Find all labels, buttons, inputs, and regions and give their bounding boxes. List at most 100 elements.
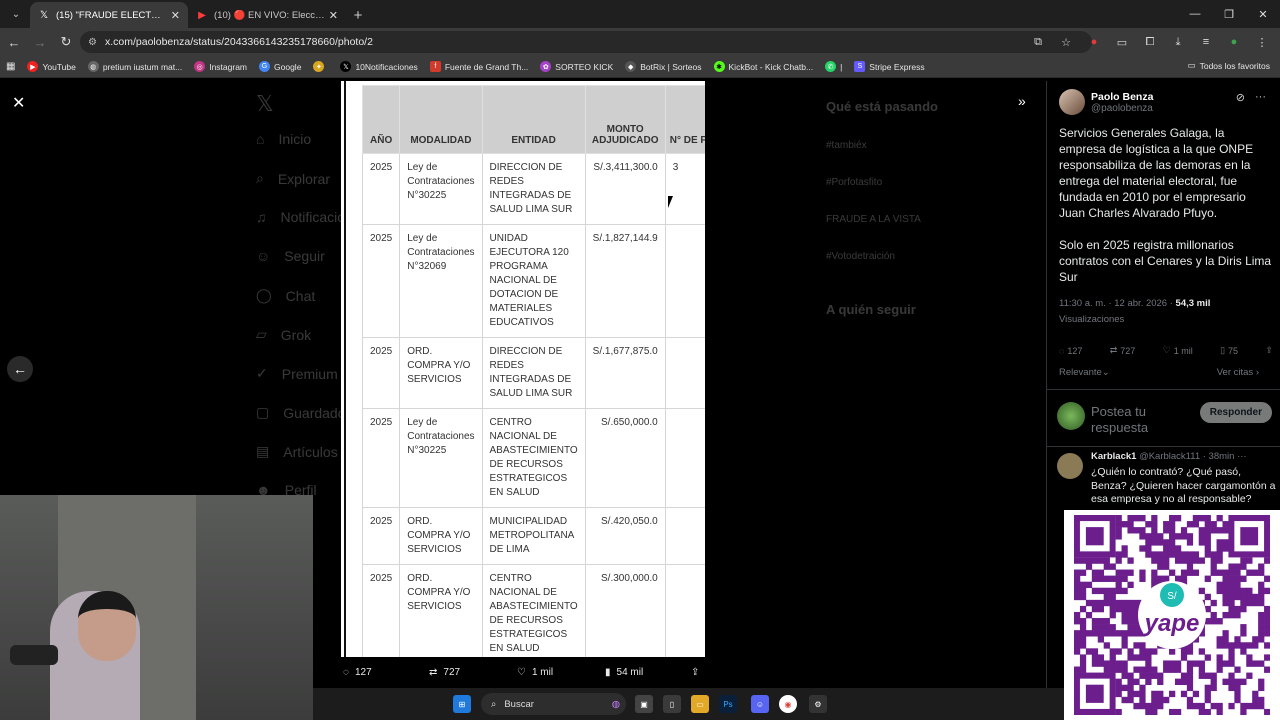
view-quotes-link[interactable]: Ver citas ›	[1217, 367, 1259, 378]
site-info-icon[interactable]: ⚙	[88, 37, 97, 48]
tab-fraude-electoral[interactable]: 𝕏 (15) "FRAUDE ELECTORAL" - Bu ✕	[30, 2, 188, 28]
apps-grid-icon[interactable]: ▦	[0, 61, 21, 72]
profile-avatar-icon[interactable]: ●	[1222, 30, 1246, 54]
media-icon[interactable]: ≡	[1194, 30, 1218, 54]
previous-photo-icon[interactable]: ←	[7, 356, 33, 382]
tweet-timestamp[interactable]: 11:30 a. m. · 12 abr. 2026 ·	[1059, 298, 1173, 309]
like-stat[interactable]: ♡ 1 mil	[517, 667, 553, 678]
qr-module	[1163, 521, 1170, 528]
qr-module	[1151, 672, 1158, 679]
contracts-table: AÑO MODALIDAD ENTIDAD MONTO ADJUDICADO N…	[361, 85, 705, 657]
qr-module	[1115, 569, 1122, 576]
bookmark-pinwheel[interactable]: ✦	[307, 61, 334, 72]
qr-module	[1204, 539, 1211, 546]
reply-author-handle[interactable]: @Karblack111 · 38min	[1139, 451, 1234, 462]
tweet-photo[interactable]: AÑO MODALIDAD ENTIDAD MONTO ADJUDICADO N…	[341, 81, 705, 657]
windows-start-icon[interactable]: ⊞	[453, 695, 471, 713]
minimize-icon[interactable]: —	[1178, 0, 1212, 28]
qr-module	[1228, 660, 1235, 667]
qr-module	[1216, 557, 1223, 564]
new-tab-button[interactable]: +	[346, 2, 370, 28]
close-tab-icon[interactable]: ✕	[329, 9, 338, 22]
author-name[interactable]: Paolo Benza	[1091, 91, 1153, 103]
bookmark-gta-font[interactable]: f Fuente de Grand Th...	[424, 61, 534, 72]
bookmark-botrix[interactable]: ◆ BotRix | Sorteos	[619, 61, 707, 72]
tab-en-vivo[interactable]: ▶ (10) 🔴 EN VIVO: Elecciones Ge ✕	[188, 2, 346, 28]
app-icon[interactable]: ▯	[663, 695, 681, 713]
reply-input[interactable]: Postea tu respuesta	[1091, 404, 1181, 436]
bookmark-youtube[interactable]: ▶ YouTube	[21, 61, 81, 72]
author-handle[interactable]: @paolobenza	[1091, 103, 1153, 114]
instagram-icon: ◎	[194, 61, 206, 72]
bookmark-button[interactable]: ▯ 75	[1220, 345, 1238, 356]
close-viewer-icon[interactable]: ✕	[12, 93, 25, 113]
qr-module	[1127, 624, 1134, 631]
qr-module	[1246, 593, 1253, 601]
qr-finder-pattern	[1085, 684, 1104, 703]
all-bookmarks[interactable]: ▭ Todos los favoritos	[1188, 60, 1270, 71]
app-gear-icon[interactable]: ⚙	[809, 695, 827, 713]
qr-module	[1204, 708, 1211, 715]
tweet-author[interactable]: Paolo Benza @paolobenza	[1059, 89, 1153, 115]
year-cell: 2025	[361, 224, 401, 338]
orders-cell	[664, 337, 705, 409]
bookmark-stripe[interactable]: S Stripe Express	[848, 61, 930, 72]
qr-module	[1127, 515, 1134, 522]
extension-red-icon[interactable]: ●	[1082, 30, 1106, 54]
bookmark-google[interactable]: G Google	[253, 61, 307, 72]
reply-stat[interactable]: ◌ 127	[343, 667, 372, 678]
extensions-puzzle-icon[interactable]: ⧠	[1138, 30, 1162, 54]
back-icon[interactable]: ←	[2, 30, 26, 54]
discord-icon[interactable]: ☺	[751, 695, 769, 713]
avatar[interactable]	[1059, 89, 1085, 115]
bookmark-instagram[interactable]: ◎ Instagram	[188, 61, 253, 72]
qr-module	[1163, 551, 1170, 558]
grok-icon[interactable]: ⊘	[1236, 91, 1245, 104]
bookmark-sorteo-kick[interactable]: ✿ SORTEO KICK	[534, 61, 619, 72]
qr-module	[1151, 666, 1158, 673]
tweet-text: Servicios Generales Galaga, la empresa d…	[1059, 125, 1273, 301]
repost-stat[interactable]: ⇄ 727	[429, 667, 460, 678]
forward-icon[interactable]: →	[28, 30, 52, 54]
more-options-icon[interactable]: ···	[1237, 451, 1247, 462]
download-icon[interactable]: ⤓	[1166, 30, 1190, 54]
like-button[interactable]: ♡ 1 mil	[1163, 345, 1193, 356]
entity-cell: MUNICIPALIDAD METROPOLITANA DE LIMA	[481, 507, 586, 565]
qr-code-graphic: S/yape	[1074, 515, 1270, 715]
bookmark-whatsapp[interactable]: ✆ |	[819, 61, 848, 72]
task-view-icon[interactable]: ▣	[635, 695, 653, 713]
sort-dropdown[interactable]: Relevante⌄	[1059, 367, 1110, 378]
bookmark-10notificaciones[interactable]: 𝕏 10Notificaciones	[334, 61, 423, 72]
reply-button[interactable]: ◌ 127	[1059, 345, 1082, 356]
qr-module	[1163, 575, 1170, 582]
collapse-sidebar-icon[interactable]: »	[1018, 93, 1026, 109]
bookmark-kickbot[interactable]: ✱ KickBot - Kick Chatb...	[708, 61, 820, 72]
reply-author-name[interactable]: Karblack1	[1091, 451, 1136, 462]
reload-icon[interactable]: ↻	[54, 30, 78, 54]
bookmark-star-icon[interactable]: ☆	[1054, 30, 1078, 54]
share-icon[interactable]: ⇪	[691, 667, 699, 678]
menu-kebab-icon[interactable]: ⋮	[1250, 30, 1274, 54]
close-tab-icon[interactable]: ✕	[171, 9, 180, 22]
qr-module	[1121, 569, 1128, 576]
restore-icon[interactable]: ❐	[1212, 0, 1246, 28]
share-button[interactable]: ⇪	[1265, 345, 1273, 356]
address-bar[interactable]: ⚙ x.com/paolobenza/status/20433661432351…	[80, 31, 1092, 53]
more-options-icon[interactable]: ···	[1255, 91, 1266, 104]
qr-module	[1097, 618, 1104, 625]
photoshop-icon[interactable]: Ps	[719, 695, 737, 713]
col-header: MODALIDAD	[399, 85, 483, 154]
install-app-icon[interactable]: ⧉	[1026, 30, 1050, 54]
bookmark-pretium[interactable]: ◍ pretium iustum mat...	[82, 61, 188, 72]
close-window-icon[interactable]: ✕	[1246, 0, 1280, 28]
file-explorer-icon[interactable]: ▭	[691, 695, 709, 713]
avatar[interactable]	[1057, 453, 1083, 479]
taskbar-search[interactable]: ⌕ Buscar ◍	[481, 693, 626, 715]
qr-module	[1222, 581, 1229, 589]
tab-search-button[interactable]: ⌄	[4, 2, 28, 26]
views-stat[interactable]: ▮ 54 mil	[605, 667, 643, 678]
extension-icon[interactable]: ▭	[1110, 30, 1134, 54]
reply-submit-button[interactable]: Responder	[1199, 402, 1272, 423]
repost-button[interactable]: ⇄ 727	[1110, 345, 1136, 356]
chrome-icon[interactable]: ◉	[779, 695, 797, 713]
